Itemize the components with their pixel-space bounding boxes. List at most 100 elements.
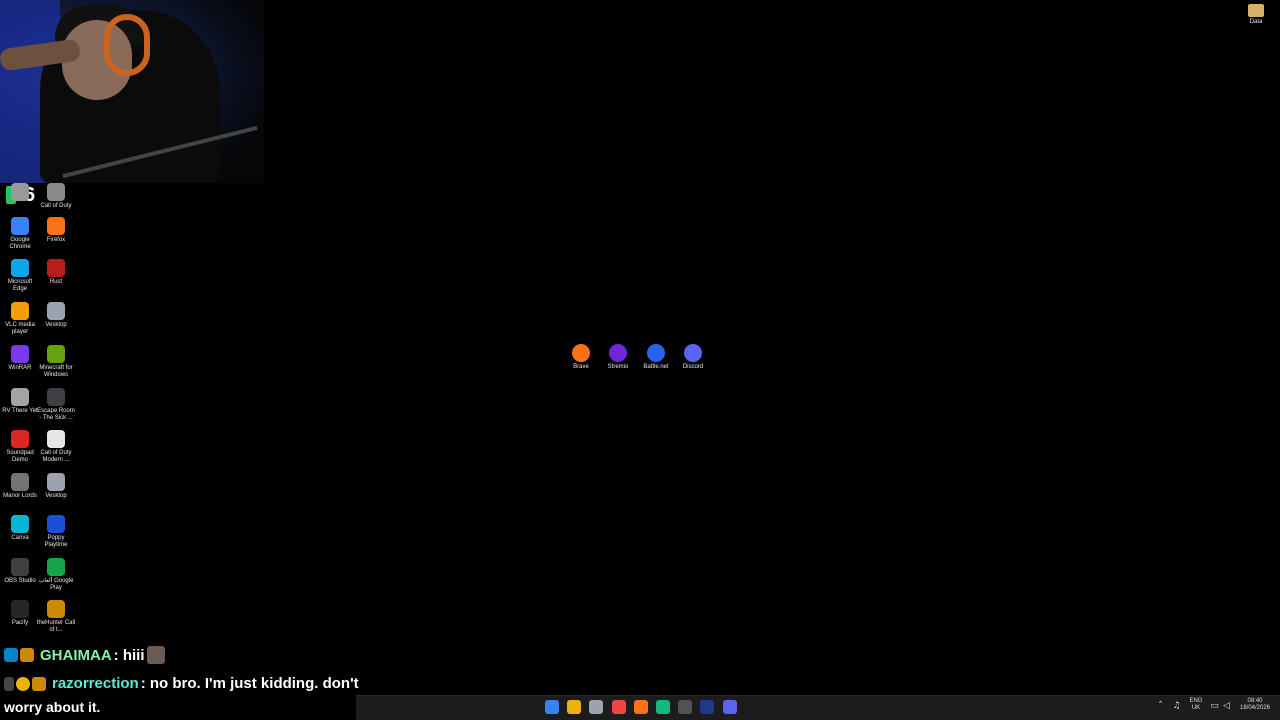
desktop-icon[interactable]: ألعاب Google Play (36, 558, 76, 592)
app-icon (11, 217, 29, 235)
chat-username: GHAIMAA (40, 646, 112, 664)
desktop-icon[interactable]: Microsoft Edge (0, 259, 40, 293)
app-icon (647, 344, 665, 362)
desktop-icon[interactable]: Soundpad Demo (0, 430, 40, 464)
microphone-icon[interactable]: ♫ (1172, 702, 1181, 711)
desktop-icon-label: Stremio (607, 364, 629, 370)
chat-username: razorrection (52, 675, 139, 692)
desktop-icon-label: Poppy Playtime (44, 535, 68, 548)
clock-date: 18/04/2026 (1239, 705, 1271, 711)
app-icon (47, 473, 65, 491)
desktop-icon-label: Discord (682, 364, 704, 370)
sword-badge-icon (4, 676, 14, 691)
desktop-icon[interactable]: theHunter Call of t... (36, 600, 76, 634)
desktop-icon[interactable]: Escape Room - The Sick ... (36, 388, 76, 422)
taskbar-start-button-icon[interactable] (545, 700, 559, 714)
taskbar-microsoft-store-icon[interactable] (589, 700, 604, 714)
taskbar-app-icon[interactable] (656, 700, 670, 714)
desktop-icon[interactable]: Rust (36, 259, 76, 286)
desktop-icon[interactable]: Call of Duty (36, 183, 76, 210)
desktop-icon-label: WinRAR (8, 365, 32, 371)
desktop-icon-label: OBS Studio (4, 578, 36, 584)
desktop-icon-label: Microsoft Edge (7, 279, 33, 292)
volume-icon[interactable]: ◁ (1222, 702, 1231, 711)
desktop-icon-label: Data (1249, 19, 1263, 25)
desktop-icon-label: Pacify (11, 620, 29, 626)
taskbar-chrome-icon[interactable] (611, 700, 626, 714)
app-icon (47, 388, 65, 406)
app-icon (11, 430, 29, 448)
taskbar-brave-icon[interactable] (633, 700, 648, 714)
app-icon (47, 345, 65, 363)
desktop-icon-label: Escape Room - The Sick ... (37, 408, 75, 421)
network-icon[interactable]: ▭ (1210, 702, 1219, 711)
desktop-icon[interactable]: Call of Duty Modern ... (36, 430, 76, 464)
desktop-icon[interactable]: Stremio (598, 344, 638, 371)
desktop-icon[interactable]: Discord (673, 344, 713, 371)
app-icon (684, 344, 702, 362)
app-icon (11, 302, 29, 320)
clock-time: 08:40 (1247, 698, 1263, 704)
app-icon (11, 259, 29, 277)
desktop-icon-label: Canva (11, 535, 29, 541)
desktop-icon-label: Vesktop (45, 493, 67, 499)
desktop-icon[interactable]: OBS Studio (0, 558, 40, 585)
badge-icon (4, 648, 18, 662)
chat-text: : no bro. I'm just kidding. don't (140, 675, 359, 692)
desktop-icon[interactable]: Poppy Playtime (36, 515, 76, 549)
desktop-icon-label: RV There Yet (2, 408, 38, 414)
desktop-icon[interactable]: Canva (0, 515, 40, 542)
desktop-icon[interactable]: RV There Yet (0, 388, 40, 415)
app-icon (47, 515, 65, 533)
crown-badge-icon (32, 676, 46, 691)
desktop-icon-label: Soundpad Demo (6, 450, 34, 463)
desktop-icon-label: theHunter Call of t... (36, 620, 76, 633)
chat-continuation: worry about it. (0, 695, 356, 720)
app-icon (572, 344, 590, 362)
desktop-icon[interactable]: Firefox (36, 217, 76, 244)
app-icon (47, 430, 65, 448)
chat-message: GHAIMAA : hiii (4, 646, 165, 664)
app-icon (47, 558, 65, 576)
taskbar-discord-icon[interactable] (722, 700, 737, 714)
app-icon (11, 473, 29, 491)
desktop-icon-label: Call of Duty Modern ... (40, 450, 72, 463)
app-icon (11, 515, 29, 533)
desktop-icon-label: Brave (573, 364, 589, 370)
desktop-icon[interactable]: VLC media player (0, 302, 40, 336)
desktop-icon[interactable]: Manor Lords (0, 473, 40, 500)
region-code: UK (1191, 705, 1201, 711)
app-icon (47, 259, 65, 277)
desktop-icon[interactable]: Brave (561, 344, 601, 371)
taskbar-steam-icon[interactable] (700, 700, 715, 714)
desktop-icon[interactable] (0, 183, 40, 203)
desktop-icon-data-folder[interactable]: Data (1236, 4, 1276, 26)
app-icon (11, 183, 29, 201)
emote-icon (146, 646, 165, 664)
language-indicator[interactable]: ENG UK (1188, 698, 1204, 712)
desktop-icon[interactable]: Pacify (0, 600, 40, 627)
app-icon (47, 302, 65, 320)
desktop-icon[interactable]: Vesktop (36, 473, 76, 500)
app-icon (11, 388, 29, 406)
desktop-icon-label: Firefox (46, 237, 66, 243)
desktop-icon[interactable]: Battle.net (636, 344, 676, 371)
desktop-icon-label: Google Chrome (9, 237, 31, 250)
desktop-icon[interactable]: Vesktop (36, 302, 76, 329)
language-code: ENG (1189, 698, 1203, 704)
chat-message: razorrection : no bro. I'm just kidding.… (4, 675, 359, 692)
taskbar-file-explorer-icon[interactable] (567, 700, 582, 714)
clock[interactable]: 08:40 18/04/2026 (1236, 698, 1274, 712)
headset (104, 14, 150, 76)
desktop-icon-label: Vesktop (45, 322, 67, 328)
alert-badge-icon (16, 676, 30, 691)
desktop-icon-label: Minecraft for Windows (39, 365, 73, 378)
desktop-icon-label: Manor Lords (3, 493, 37, 499)
app-icon (47, 217, 65, 235)
desktop-icon[interactable]: Minecraft for Windows (36, 345, 76, 379)
chevron-up-icon[interactable]: ˄ (1156, 702, 1165, 711)
desktop-icon[interactable]: WinRAR (0, 345, 40, 372)
taskbar-obs-icon[interactable] (678, 700, 693, 714)
webcam-overlay (0, 0, 264, 183)
desktop-icon[interactable]: Google Chrome (0, 217, 40, 251)
